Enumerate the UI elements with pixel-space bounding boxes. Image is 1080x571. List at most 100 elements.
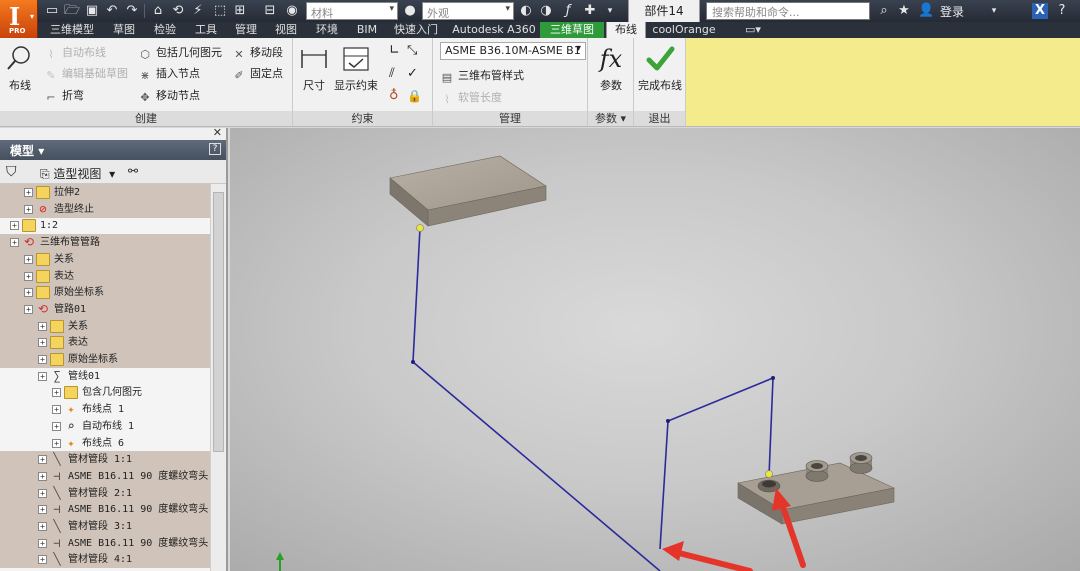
include-geometry-button[interactable]: ⬡ 包括几何图元 [138,44,222,62]
parallel-constraint-icon[interactable]: ⫽ [389,65,395,83]
select-icon[interactable]: ⬚ [212,3,228,19]
filter-icon[interactable]: ⛉ [6,164,17,180]
tree-node[interactable]: + ∑ 管线01 [0,368,210,385]
scrollbar-thumb[interactable] [213,192,224,452]
new-file-icon[interactable]: ▭ [44,3,60,19]
route-button[interactable]: 布线 [4,44,36,93]
edit-base-sketch-button[interactable]: ✎ 编辑基础草图 [44,65,128,83]
help-icon[interactable]: ? [209,143,221,155]
tab-environments[interactable]: 环境 [306,22,348,38]
tree-node[interactable]: + ╲ 管材管段 1:1 [0,451,210,469]
tree-node[interactable]: + ⊣ ASME B16.11 90 度螺纹弯头 [0,534,210,552]
customize-icon[interactable]: ✚ [582,3,598,19]
upper-plate-part[interactable] [389,155,547,227]
chevron-down-icon[interactable]: ▾ [986,3,1002,19]
camera-dropdown-icon[interactable]: ▭▾ [740,22,766,38]
return-icon[interactable]: ⟲ [170,3,186,19]
binoculars-find-icon[interactable]: ⚯ [128,164,138,178]
open-folder-icon[interactable]: 🗁 [64,3,80,19]
tab-view[interactable]: 视图 [266,22,306,38]
tab-sketch[interactable]: 草图 [104,22,144,38]
login-link[interactable]: 登录 [940,3,964,20]
chevron-down-icon[interactable]: ▾ [602,3,618,19]
save-icon[interactable]: ▣ [84,3,100,19]
favorites-star-icon[interactable]: ★ [896,3,912,19]
appearance-combo[interactable]: 外观 ▾ [422,2,514,20]
tab-inspect[interactable]: 检验 [144,22,186,38]
expand-toggle-icon[interactable]: + [24,254,33,264]
tree-node[interactable]: + ╲ 管材管段 3:1 [0,518,210,535]
expand-toggle-icon[interactable]: + [52,388,61,398]
close-icon[interactable]: ✕ [213,128,222,139]
insert-node-button[interactable]: ⋇ 插入节点 [138,65,200,83]
expand-toggle-icon[interactable]: + [24,304,33,314]
lock-constraint-icon[interactable]: 🔒 [407,87,422,105]
panel-parameters-title[interactable]: 参数 ▾ [588,111,633,126]
fixed-point-button[interactable]: ✐ 固定点 [232,65,283,83]
adjust-appearance-icon[interactable]: ◑ [538,3,554,19]
smooth-constraint-icon[interactable]: ♁ [389,87,399,105]
material-combo[interactable]: 材料 ▾ [306,2,398,20]
tree-node[interactable]: + 拉伸2 [0,184,210,201]
grid-icon[interactable]: ⊟ [262,3,278,19]
exchange-apps-icon[interactable]: X [1032,3,1048,19]
expand-toggle-icon[interactable]: + [52,438,61,448]
undo-icon[interactable]: ↶ [104,3,120,19]
redo-icon[interactable]: ↷ [124,3,140,19]
expand-toggle-icon[interactable]: + [38,338,47,348]
expand-toggle-icon[interactable]: + [38,488,47,498]
expand-toggle-icon[interactable]: + [38,538,47,548]
tree-node[interactable]: + ⌕ 自动布线 1 [0,418,210,435]
tree-node[interactable]: + 表达 [0,334,210,352]
tab-bim[interactable]: BIM [348,22,386,38]
fx-parameters-icon[interactable]: ƒ [560,3,576,19]
expand-toggle-icon[interactable]: + [52,405,61,415]
tree-node[interactable]: + 原始坐标系 [0,284,210,302]
hose-length-button[interactable]: ⌇ 软管长度 [440,89,502,107]
tangent-constraint-icon[interactable]: ✓ [407,65,418,83]
tree-node[interactable]: + ⟲ 管路01 [0,300,210,318]
expand-toggle-icon[interactable]: + [38,555,47,565]
tree-node[interactable]: +1:2 [0,217,210,234]
move-node-button[interactable]: ✥ 移动节点 [138,87,200,105]
user-icon[interactable]: 👤 [918,3,934,19]
home-icon[interactable]: ⌂ [150,3,166,19]
tab-route[interactable]: 布线 [606,22,646,38]
tree-node[interactable]: + ✦ 布线点 6 [0,435,210,452]
expand-toggle-icon[interactable]: + [38,471,47,481]
move-segment-button[interactable]: ✕ 移动段 [232,44,283,62]
binoculars-search-icon[interactable]: ⌕ [876,3,892,19]
help-search-input[interactable]: 搜索帮助和命令... [706,2,870,20]
expand-toggle-icon[interactable]: + [10,238,19,248]
tree-node[interactable]: + ╲ 管材管段 2:1 [0,484,210,502]
perpendicular-constraint-icon[interactable]: ∟ [389,42,400,60]
update-icon[interactable]: ⚡ [190,3,206,19]
view-selector[interactable]: ⎘ 造型视图 ▾ [40,165,115,182]
tree-node[interactable]: + ╲ 管材管段 4:1 [0,551,210,569]
parameters-button[interactable]: fx 参数 [595,44,627,93]
show-constraints-button[interactable]: 显示约束 [333,44,379,93]
tube-pipe-styles-button[interactable]: ▤ 三维布管样式 [440,67,524,85]
tab-get-started[interactable]: 快速入门 [386,22,446,38]
expand-toggle-icon[interactable]: + [10,221,19,231]
tree-node[interactable]: + ✦ 布线点 1 [0,401,210,418]
expand-toggle-icon[interactable]: + [38,455,47,465]
expand-toggle-icon[interactable]: + [52,421,61,431]
expand-toggle-icon[interactable]: + [24,204,33,214]
tree-node[interactable]: + 表达 [0,267,210,285]
measure-icon[interactable]: ⊞ [232,3,248,19]
tree-node[interactable]: + ⟲ 三维布管管路 [0,234,210,252]
tree-node[interactable]: + 关系 [0,317,210,335]
clear-appearance-icon[interactable]: ◐ [518,3,534,19]
tab-3d-sketch[interactable]: 三维草图 [540,22,604,38]
tree-node[interactable]: + ⊣ ASME B16.11 90 度螺纹弯头 [0,501,210,519]
expand-toggle-icon[interactable]: + [24,188,33,197]
coincident-constraint-icon[interactable]: ⤡ [407,42,417,60]
tab-a360[interactable]: Autodesk A360 [452,22,536,38]
tree-node[interactable]: + 原始坐标系 [0,351,210,368]
dimension-button[interactable]: 尺寸 [299,44,329,93]
ilogic-icon[interactable]: ◉ [284,3,300,19]
tab-coolorange[interactable]: coolOrange [650,22,718,38]
tab-manage[interactable]: 管理 [226,22,266,38]
finish-route-button[interactable]: 完成布线 [634,44,686,93]
